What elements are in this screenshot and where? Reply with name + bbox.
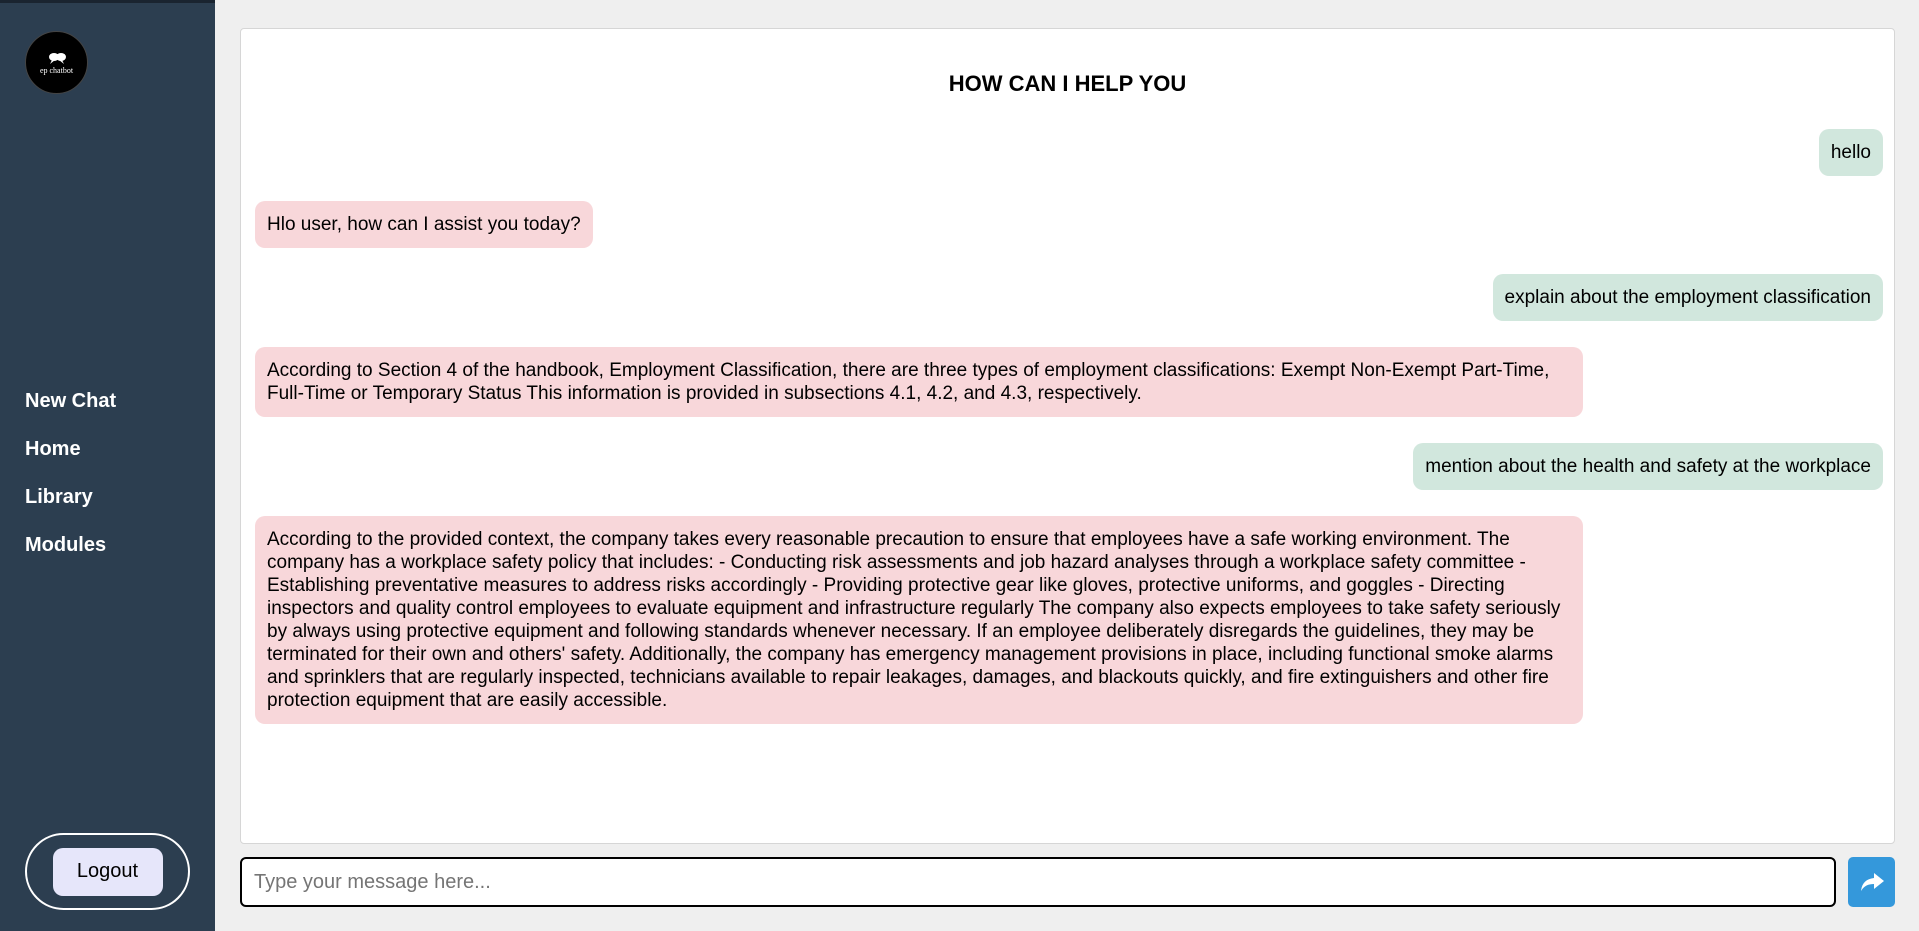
logout-button[interactable]: Logout: [52, 847, 163, 896]
user-message: mention about the health and safety at t…: [1413, 443, 1883, 490]
sidebar: ep chatbot New Chat Home Library Modules…: [0, 0, 215, 931]
nav-library[interactable]: Library: [25, 483, 116, 531]
user-message: explain about the employment classificat…: [1492, 274, 1883, 321]
chat-panel: HOW CAN I HELP YOU hello Hlo user, how c…: [240, 28, 1895, 844]
bot-message: According to Section 4 of the handbook, …: [255, 347, 1583, 417]
bot-message: According to the provided context, the c…: [255, 516, 1583, 724]
message-input[interactable]: [240, 857, 1836, 907]
sidebar-nav: New Chat Home Library Modules: [25, 387, 116, 579]
logout-container: Logout: [25, 833, 190, 910]
bot-message: Hlo user, how can I assist you today?: [255, 201, 593, 248]
chat-bubbles-icon: [48, 52, 66, 64]
nav-modules[interactable]: Modules: [25, 531, 116, 579]
logo-text: ep chatbot: [39, 65, 74, 75]
nav-home[interactable]: Home: [25, 435, 116, 483]
share-arrow-icon: [1860, 873, 1884, 891]
app-logo[interactable]: ep chatbot: [25, 31, 88, 94]
chat-title: HOW CAN I HELP YOU: [948, 71, 1187, 96]
send-button[interactable]: [1848, 857, 1895, 907]
user-message: hello: [1818, 129, 1883, 176]
nav-new-chat[interactable]: New Chat: [25, 387, 116, 435]
